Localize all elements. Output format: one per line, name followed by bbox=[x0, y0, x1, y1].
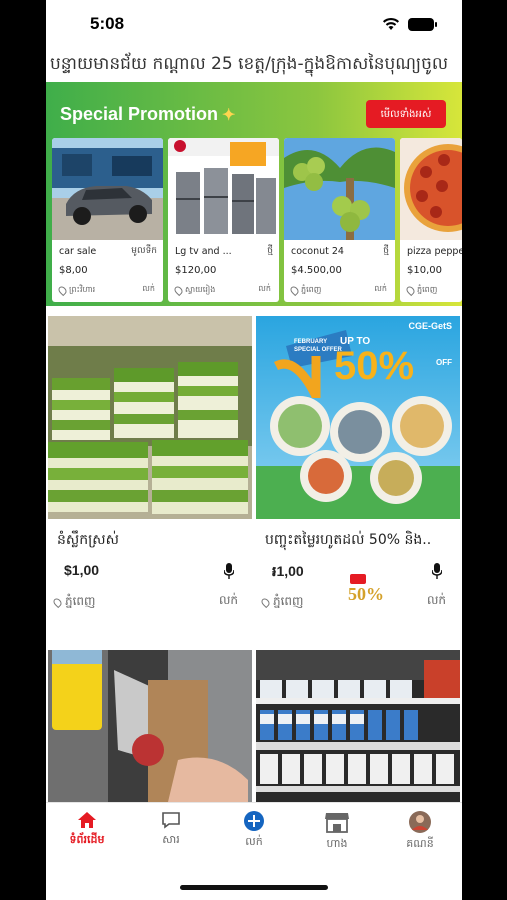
promo-card-location: ព្រះវិហារ bbox=[56, 284, 96, 296]
location-pin-icon bbox=[51, 596, 64, 608]
status-time: 5:08 bbox=[90, 14, 125, 33]
promo-card-price: $10,00 bbox=[407, 265, 442, 276]
promo-card-tag: មូលទឹក bbox=[131, 246, 157, 256]
status-icons bbox=[382, 17, 437, 31]
discount-badge-text: 50% bbox=[348, 584, 384, 604]
battery-icon bbox=[408, 17, 437, 31]
location-pin-icon bbox=[56, 284, 69, 296]
listing-title: នំស្លឹកស្រស់ bbox=[57, 532, 119, 548]
tab-label: ទំព័រដើម bbox=[69, 833, 105, 846]
tab-store[interactable]: ហាង bbox=[302, 811, 372, 853]
listing-sell: លក់ bbox=[218, 593, 238, 607]
promo-card-title: pizza pepper bbox=[407, 246, 462, 257]
promo-off-text: OFF bbox=[436, 358, 452, 367]
promo-brand-text: CGE-GetS bbox=[408, 321, 452, 331]
discount-badge: 50% bbox=[348, 574, 392, 612]
tab-label: គណនី bbox=[406, 837, 434, 850]
plus-circle-icon bbox=[244, 811, 264, 831]
listing-sell: លក់ bbox=[426, 593, 446, 607]
promo-card-tag: ថ្មី bbox=[267, 246, 273, 256]
location-text: ព្រះវិហារ bbox=[69, 285, 96, 294]
promo-card-location: ភ្នំពេញ bbox=[288, 284, 322, 296]
sparkle-icon: ✦ bbox=[222, 106, 236, 124]
location-text: ភ្នំពេញ bbox=[417, 285, 438, 294]
marquee-text: បន្ទាយមានជ័យ កណ្តាល 25 ខេត្ត/ក្រុង-ក្នុង… bbox=[50, 53, 449, 74]
promo-card-location: ភ្នំពេញ bbox=[404, 284, 438, 296]
microphone-icon[interactable] bbox=[432, 563, 442, 579]
promo-card-sell: លក់ bbox=[258, 284, 271, 293]
listing-image-promo-food: CGE-GetS FEBRUARY SPECIAL OFFER UP TO 50… bbox=[256, 316, 460, 519]
location-text: ភ្នំពេញ bbox=[65, 594, 96, 608]
announcement-marquee[interactable]: បន្ទាយមានជ័យ កណ្តាល 25 ខេត្ត/ក្រុង-ក្នុង… bbox=[46, 48, 462, 82]
wifi-icon bbox=[383, 17, 399, 30]
promo-card-price: $120,00 bbox=[175, 265, 217, 276]
home-indicator bbox=[180, 885, 328, 890]
location-text: ភ្នំពេញ bbox=[301, 285, 322, 294]
promo-card-title: car sale bbox=[59, 246, 97, 257]
promo-card[interactable]: pizza pepper $10,00 ភ្នំពេញ bbox=[400, 138, 462, 302]
promo-card-location: ស្វាយរៀង bbox=[172, 284, 216, 296]
location-pin-icon bbox=[259, 596, 272, 608]
listing-card[interactable]: នំស្លឹកស្រស់ $1,00 ភ្នំពេញ លក់ bbox=[48, 316, 252, 640]
listing-card[interactable]: CGE-GetS FEBRUARY SPECIAL OFFER UP TO 50… bbox=[256, 316, 460, 640]
listing-price: ៛1,00 bbox=[272, 563, 304, 579]
promo-percent-text: 50% bbox=[334, 344, 415, 388]
tab-messages[interactable]: សារ bbox=[136, 811, 206, 849]
promo-card-price: $8,00 bbox=[59, 265, 88, 276]
location-text: ភ្នំពេញ bbox=[273, 594, 304, 608]
avatar-icon bbox=[409, 811, 431, 833]
app-screen: 5:08 បន្ទាយមានជ័យ កណ្តាល 25 ខេត្ត/ក្រុង-… bbox=[46, 0, 462, 900]
tab-label: ហាង bbox=[326, 837, 348, 850]
product-image-fridge bbox=[168, 138, 279, 240]
promo-card[interactable]: car sale មូលទឹក $8,00 ព្រះវិហារ លក់ bbox=[52, 138, 163, 302]
listing-title: បញ្ចុះតម្លៃរហូតដល់ 50% និង.. bbox=[265, 532, 432, 548]
listing-image-shelf bbox=[256, 650, 460, 802]
store-icon bbox=[325, 813, 349, 833]
listing-card[interactable] bbox=[256, 650, 460, 810]
listing-image-kitchen bbox=[48, 650, 252, 802]
microphone-icon[interactable] bbox=[224, 563, 234, 579]
tab-account[interactable]: គណនី bbox=[385, 811, 455, 853]
promo-card-list: car sale មូលទឹក $8,00 ព្រះវិហារ លក់ Lg t… bbox=[52, 138, 462, 302]
promo-card[interactable]: Lg tv and ... ថ្មី $120,00 ស្វាយរៀង លក់ bbox=[168, 138, 279, 302]
chat-icon bbox=[162, 812, 180, 829]
promo-card-sell: លក់ bbox=[142, 284, 155, 293]
special-promotion-banner: Special Promotion ✦ មើលទាំងអស់ car sale … bbox=[46, 82, 462, 306]
promo-card-title: coconut 24 bbox=[291, 246, 344, 257]
status-bar: 5:08 bbox=[46, 0, 462, 48]
location-pin-icon bbox=[172, 284, 185, 296]
listing-price: $1,00 bbox=[64, 562, 100, 578]
product-image-coconut bbox=[284, 138, 395, 240]
location-pin-icon bbox=[404, 284, 417, 296]
tab-home[interactable]: ទំព័រដើម bbox=[52, 811, 122, 849]
view-all-button[interactable]: មើលទាំងអស់ bbox=[366, 100, 446, 128]
location-text: ស្វាយរៀង bbox=[185, 285, 216, 294]
promo-card[interactable]: coconut 24 ថ្មី $4.500,00 ភ្នំពេញ លក់ bbox=[284, 138, 395, 302]
location-pin-icon bbox=[288, 284, 301, 296]
product-image-car bbox=[52, 138, 163, 240]
product-image-pizza bbox=[400, 138, 462, 240]
promo-card-title: Lg tv and ... bbox=[175, 246, 232, 257]
promo-title: Special Promotion ✦ bbox=[60, 104, 235, 125]
tab-label: លក់ bbox=[245, 835, 263, 848]
promo-card-sell: លក់ bbox=[374, 284, 387, 293]
listing-location: ភ្នំពេញ bbox=[259, 593, 304, 611]
promo-title-text: Special Promotion bbox=[60, 104, 219, 124]
home-icon bbox=[78, 812, 96, 828]
promo-card-tag: ថ្មី bbox=[383, 246, 389, 256]
listing-card[interactable] bbox=[48, 650, 252, 810]
listing-image-cake bbox=[48, 316, 252, 519]
listing-location: ភ្នំពេញ bbox=[51, 593, 96, 611]
promo-card-price: $4.500,00 bbox=[291, 265, 342, 276]
tab-label: សារ bbox=[162, 833, 180, 846]
tab-sell[interactable]: លក់ bbox=[219, 811, 289, 851]
